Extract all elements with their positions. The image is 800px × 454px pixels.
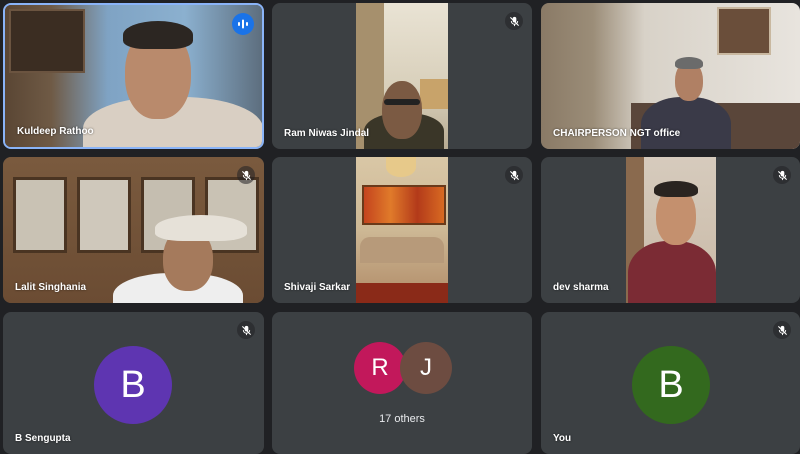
participant-name: Lalit Singhania [15,282,87,293]
audio-wave-icon [238,19,248,29]
participant-name: Kuldeep Rathoo [17,126,94,137]
mic-status [773,166,791,184]
avatar-letter: J [420,354,432,381]
participant-tile-shivaji-sarkar[interactable]: Shivaji Sarkar [272,157,532,303]
avatar: B [632,346,710,424]
participant-video [356,157,448,303]
mic-off-icon [241,325,251,335]
participant-tile-kuldeep-rathoo[interactable]: Kuldeep Rathoo [3,3,264,149]
mic-status [505,12,523,30]
avatar-letter: B [120,363,146,406]
mic-off-icon [777,170,787,180]
participant-tile-chairperson-ngt-office[interactable]: CHAIRPERSON NGT office [541,3,800,149]
participant-video [626,157,716,303]
avatar-letter: B [658,363,684,406]
participant-name: Shivaji Sarkar [284,282,351,293]
mic-status [773,321,791,339]
participant-name: dev sharma [553,282,609,293]
participant-name: B Sengupta [15,433,71,444]
participant-name: CHAIRPERSON NGT office [553,128,681,139]
mic-off-icon [509,16,519,26]
mic-off-icon [509,170,519,180]
avatar: B [94,346,172,424]
avatar-letter: R [371,354,389,381]
participant-tile-dev-sharma[interactable]: dev sharma [541,157,800,303]
participant-video [356,3,448,149]
mic-status [505,166,523,184]
mic-status [237,166,255,184]
avatar: J [400,342,452,394]
mic-off-icon [777,325,787,335]
participant-name: Ram Niwas Jindal [284,128,370,139]
mic-status [237,321,255,339]
participant-tile-b-sengupta[interactable]: B B Sengupta [3,312,264,454]
participant-tile-ram-niwas-jindal[interactable]: Ram Niwas Jindal [272,3,532,149]
avatar: R [354,342,406,394]
mic-off-icon [241,170,251,180]
speaking-indicator [232,13,254,35]
others-count-label: 17 others [379,413,425,425]
others-tile[interactable]: R J 17 others [272,312,532,454]
participant-name: You [553,433,572,444]
participant-tile-you[interactable]: B You [541,312,800,454]
participant-tile-lalit-singhania[interactable]: Lalit Singhania [3,157,264,303]
